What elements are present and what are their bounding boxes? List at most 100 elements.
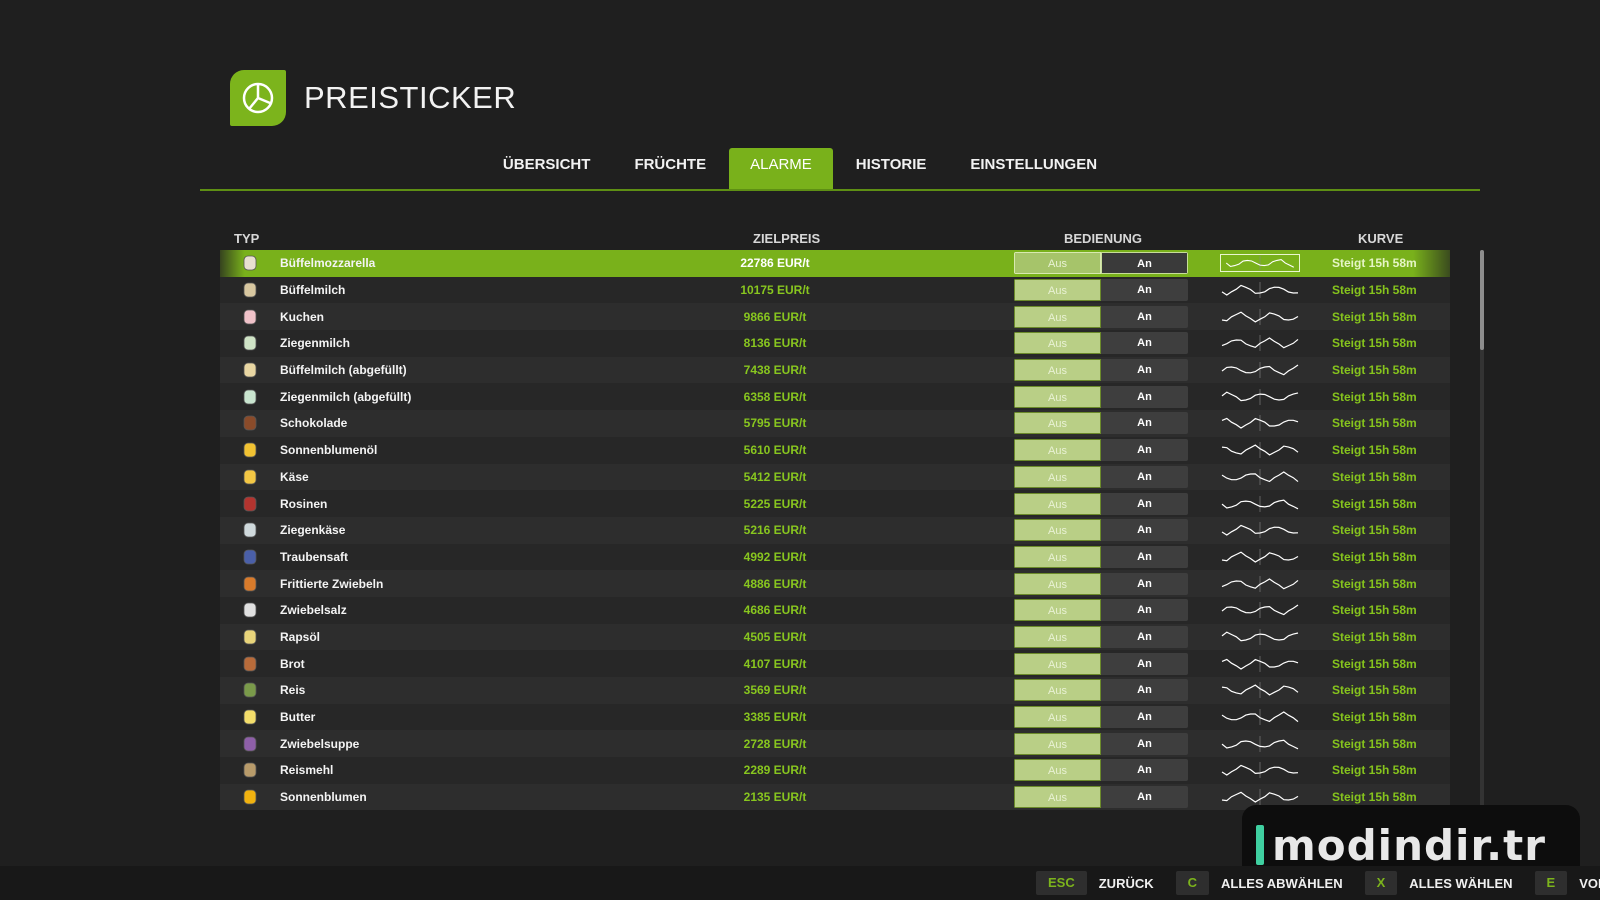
key-e[interactable]: E — [1534, 871, 1568, 895]
alarm-toggle[interactable]: Aus An — [1014, 706, 1188, 729]
table-row[interactable]: Brot 4107 EUR/t Aus An Steigt 15h 58m — [220, 650, 1450, 677]
toggle-on-option[interactable]: An — [1101, 652, 1188, 675]
toggle-off-option[interactable]: Aus — [1014, 732, 1101, 755]
table-row[interactable]: Schokolade 5795 EUR/t Aus An Steigt 15h … — [220, 410, 1450, 437]
toggle-on-option[interactable]: An — [1101, 439, 1188, 462]
toggle-off-option[interactable]: Aus — [1014, 412, 1101, 435]
hint-select-all[interactable]: ALLES WÄHLEN — [1409, 876, 1512, 891]
hint-back[interactable]: ZURÜCK — [1099, 876, 1154, 891]
toggle-on-option[interactable]: An — [1101, 572, 1188, 595]
table-row[interactable]: Käse 5412 EUR/t Aus An Steigt 15h 58m — [220, 463, 1450, 491]
toggle-off-option[interactable]: Aus — [1014, 545, 1101, 568]
toggle-on-option[interactable]: An — [1101, 492, 1188, 515]
table-row[interactable]: Rapsöl 4505 EUR/t Aus An Steigt 15h 58m — [220, 623, 1450, 651]
table-row[interactable]: Butter 3385 EUR/t Aus An Steigt 15h 58m — [220, 703, 1450, 731]
alarm-toggle[interactable]: Aus An — [1014, 545, 1188, 568]
table-row[interactable]: Rosinen 5225 EUR/t Aus An Steigt 15h 58m — [220, 490, 1450, 517]
toggle-on-option[interactable]: An — [1101, 706, 1188, 729]
toggle-on-option[interactable]: An — [1101, 786, 1188, 809]
hint-deselect-all[interactable]: ALLES ABWÄHLEN — [1221, 876, 1343, 891]
toggle-on-option[interactable]: An — [1101, 385, 1188, 408]
alarm-toggle[interactable]: Aus An — [1014, 786, 1188, 809]
alarm-toggle[interactable]: Aus An — [1014, 305, 1188, 328]
toggle-off-option[interactable]: Aus — [1014, 599, 1101, 622]
toggle-on-option[interactable]: An — [1101, 252, 1188, 275]
toggle-off-option[interactable]: Aus — [1014, 492, 1101, 515]
table-row[interactable]: Reismehl 2289 EUR/t Aus An Steigt 15h 58… — [220, 757, 1450, 784]
table-row[interactable]: Büffelmilch 10175 EUR/t Aus An Steigt 15… — [220, 276, 1450, 304]
alarm-toggle[interactable]: Aus An — [1014, 385, 1188, 408]
table-row[interactable]: Ziegenmilch (abgefüllt) 6358 EUR/t Aus A… — [220, 383, 1450, 411]
tab-settings[interactable]: EINSTELLUNGEN — [949, 148, 1118, 190]
scrollbar[interactable] — [1480, 250, 1484, 810]
table-row[interactable]: Kuchen 9866 EUR/t Aus An Steigt 15h 58m — [220, 303, 1450, 331]
alarm-toggle[interactable]: Aus An — [1014, 759, 1188, 782]
alarm-toggle[interactable]: Aus An — [1014, 652, 1188, 675]
toggle-off-option[interactable]: Aus — [1014, 279, 1101, 302]
toggle-on-option[interactable]: An — [1101, 359, 1188, 382]
toggle-off-option[interactable]: Aus — [1014, 385, 1101, 408]
key-esc[interactable]: ESC — [1036, 871, 1087, 895]
scrollbar-thumb[interactable] — [1480, 250, 1484, 350]
table-row[interactable]: Ziegenmilch 8136 EUR/t Aus An Steigt 15h… — [220, 330, 1450, 357]
table-row[interactable]: Zwiebelsuppe 2728 EUR/t Aus An Steigt 15… — [220, 730, 1450, 758]
toggle-on-option[interactable]: An — [1101, 679, 1188, 702]
toggle-off-option[interactable]: Aus — [1014, 706, 1101, 729]
tab-history[interactable]: HISTORIE — [835, 148, 948, 190]
table-row[interactable]: Reis 3569 EUR/t Aus An Steigt 15h 58m — [220, 677, 1450, 704]
toggle-on-option[interactable]: An — [1101, 759, 1188, 782]
alarm-toggle[interactable]: Aus An — [1014, 412, 1188, 435]
toggle-on-option[interactable]: An — [1101, 732, 1188, 755]
alarm-toggle[interactable]: Aus An — [1014, 492, 1188, 515]
toggle-on-option[interactable]: An — [1101, 465, 1188, 488]
toggle-on-option[interactable]: An — [1101, 599, 1188, 622]
table-row[interactable]: Sonnenblumenöl 5610 EUR/t Aus An Steigt … — [220, 436, 1450, 464]
alarm-toggle[interactable]: Aus An — [1014, 679, 1188, 702]
alarm-toggle[interactable]: Aus An — [1014, 599, 1188, 622]
table-row[interactable]: Zwiebelsalz 4686 EUR/t Aus An Steigt 15h… — [220, 596, 1450, 624]
toggle-off-option[interactable]: Aus — [1014, 305, 1101, 328]
toggle-on-option[interactable]: An — [1101, 519, 1188, 542]
key-c[interactable]: C — [1175, 871, 1210, 895]
alarm-toggle[interactable]: Aus An — [1014, 732, 1188, 755]
table-row[interactable]: Ziegenkäse 5216 EUR/t Aus An Steigt 15h … — [220, 516, 1450, 544]
key-x[interactable]: X — [1364, 871, 1398, 895]
alarm-toggle[interactable]: Aus An — [1014, 332, 1188, 355]
toggle-off-option[interactable]: Aus — [1014, 652, 1101, 675]
toggle-on-option[interactable]: An — [1101, 625, 1188, 648]
alarm-toggle[interactable]: Aus An — [1014, 519, 1188, 542]
toggle-off-option[interactable]: Aus — [1014, 759, 1101, 782]
toggle-off-option[interactable]: Aus — [1014, 786, 1101, 809]
toggle-off-option[interactable]: Aus — [1014, 679, 1101, 702]
hint-previous[interactable]: VORH — [1579, 876, 1600, 891]
toggle-off-option[interactable]: Aus — [1014, 572, 1101, 595]
alarm-toggle[interactable]: Aus An — [1014, 279, 1188, 302]
table-row[interactable]: Traubensaft 4992 EUR/t Aus An Steigt 15h… — [220, 543, 1450, 571]
table-row[interactable]: Büffelmozzarella 22786 EUR/t Aus An Stei… — [220, 250, 1450, 277]
alarm-toggle[interactable]: Aus An — [1014, 359, 1188, 382]
toggle-on-option[interactable]: An — [1101, 545, 1188, 568]
tab-fruits[interactable]: FRÜCHTE — [613, 148, 727, 190]
toggle-on-option[interactable]: An — [1101, 412, 1188, 435]
toggle-on-option[interactable]: An — [1101, 305, 1188, 328]
toggle-off-option[interactable]: Aus — [1014, 465, 1101, 488]
product-name: Büffelmozzarella — [280, 256, 376, 271]
toggle-off-option[interactable]: Aus — [1014, 252, 1101, 275]
table-row[interactable]: Büffelmilch (abgefüllt) 7438 EUR/t Aus A… — [220, 356, 1450, 384]
alarm-toggle[interactable]: Aus An — [1014, 252, 1188, 275]
table-row[interactable]: Frittierte Zwiebeln 4886 EUR/t Aus An St… — [220, 570, 1450, 597]
product-name: Rapsöl — [280, 629, 321, 644]
alarm-toggle[interactable]: Aus An — [1014, 439, 1188, 462]
toggle-off-option[interactable]: Aus — [1014, 332, 1101, 355]
alarm-toggle[interactable]: Aus An — [1014, 572, 1188, 595]
toggle-off-option[interactable]: Aus — [1014, 625, 1101, 648]
alarm-toggle[interactable]: Aus An — [1014, 625, 1188, 648]
toggle-on-option[interactable]: An — [1101, 279, 1188, 302]
toggle-off-option[interactable]: Aus — [1014, 439, 1101, 462]
alarm-toggle[interactable]: Aus An — [1014, 465, 1188, 488]
tab-alarms[interactable]: ALARME — [729, 148, 833, 190]
toggle-on-option[interactable]: An — [1101, 332, 1188, 355]
toggle-off-option[interactable]: Aus — [1014, 359, 1101, 382]
toggle-off-option[interactable]: Aus — [1014, 519, 1101, 542]
tab-overview[interactable]: ÜBERSICHT — [482, 148, 612, 190]
